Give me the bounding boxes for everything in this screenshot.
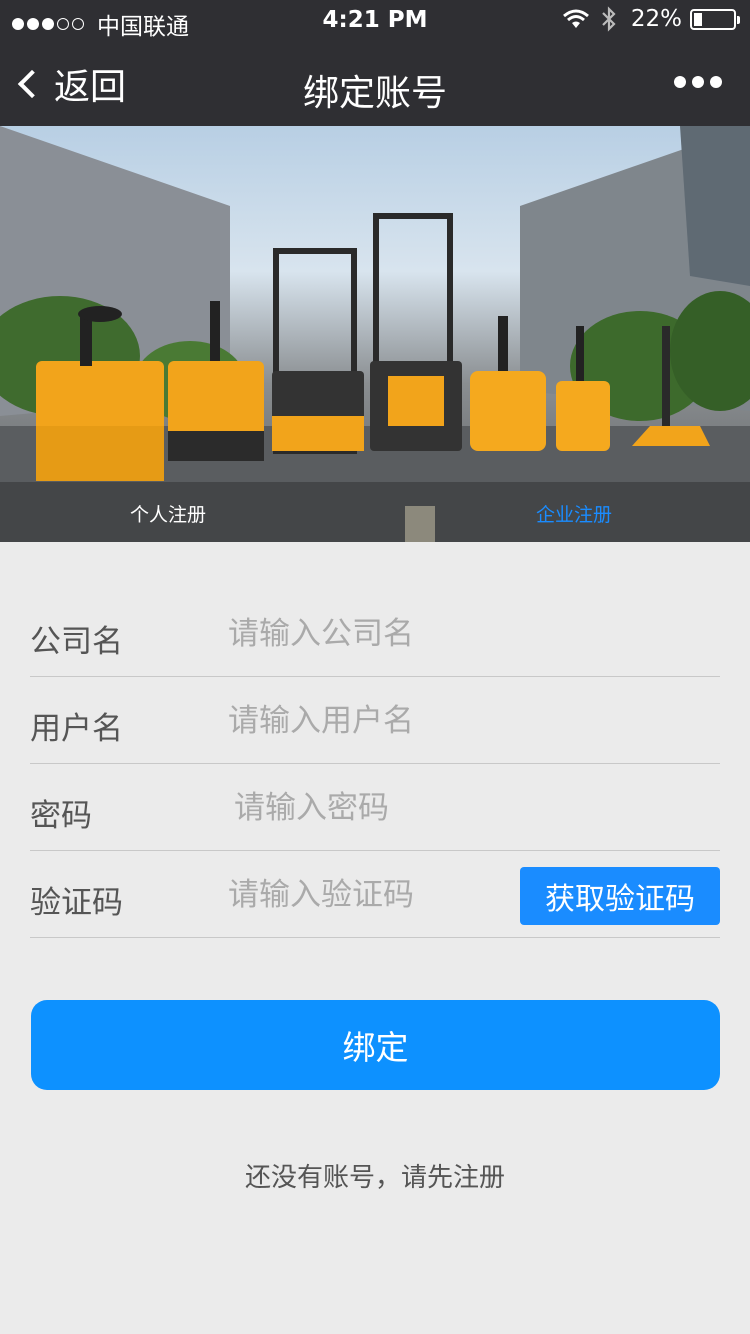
password-label: 密码 <box>30 798 92 834</box>
more-dot <box>674 76 686 88</box>
verify-code-row: 验证码 获取验证码 <box>30 851 720 938</box>
status-right: 22% <box>562 6 740 32</box>
bind-form: 公司名 用户名 密码 验证码 获取验证码 <box>30 590 720 938</box>
status-bar: 中国联通 4:21 PM 22% <box>0 0 750 42</box>
verify-code-input[interactable] <box>228 875 488 915</box>
banner-image: 个人注册 企业注册 <box>0 126 750 542</box>
username-row: 用户名 <box>30 677 720 764</box>
battery-cap <box>737 15 740 24</box>
bind-button[interactable]: 绑定 <box>31 1000 720 1090</box>
tab-company-register[interactable]: 企业注册 <box>536 500 612 527</box>
username-label: 用户名 <box>30 711 123 747</box>
password-row: 密码 <box>30 764 720 851</box>
battery-percent: 22% <box>630 6 682 32</box>
username-input[interactable] <box>228 701 508 741</box>
page-title: 绑定账号 <box>302 73 447 114</box>
wifi-icon <box>562 9 589 28</box>
forklift-lineup-image <box>0 126 750 542</box>
tab-personal-register[interactable]: 个人注册 <box>130 500 206 527</box>
more-dot <box>710 76 722 88</box>
register-link[interactable]: 还没有账号，请先注册 <box>0 1157 750 1194</box>
verify-code-label: 验证码 <box>30 885 123 921</box>
get-code-button[interactable]: 获取验证码 <box>520 867 720 925</box>
password-input[interactable] <box>234 788 514 828</box>
nav-bar: 返回 绑定账号 <box>0 42 750 126</box>
company-row: 公司名 <box>30 590 720 677</box>
more-dot <box>692 76 704 88</box>
company-input[interactable] <box>228 614 508 654</box>
battery-icon <box>690 8 740 30</box>
register-tabs: 个人注册 企业注册 <box>0 482 750 542</box>
company-label: 公司名 <box>30 624 123 660</box>
more-dots-icon[interactable] <box>668 76 722 88</box>
bluetooth-icon <box>602 6 616 32</box>
battery-fill <box>694 12 702 26</box>
